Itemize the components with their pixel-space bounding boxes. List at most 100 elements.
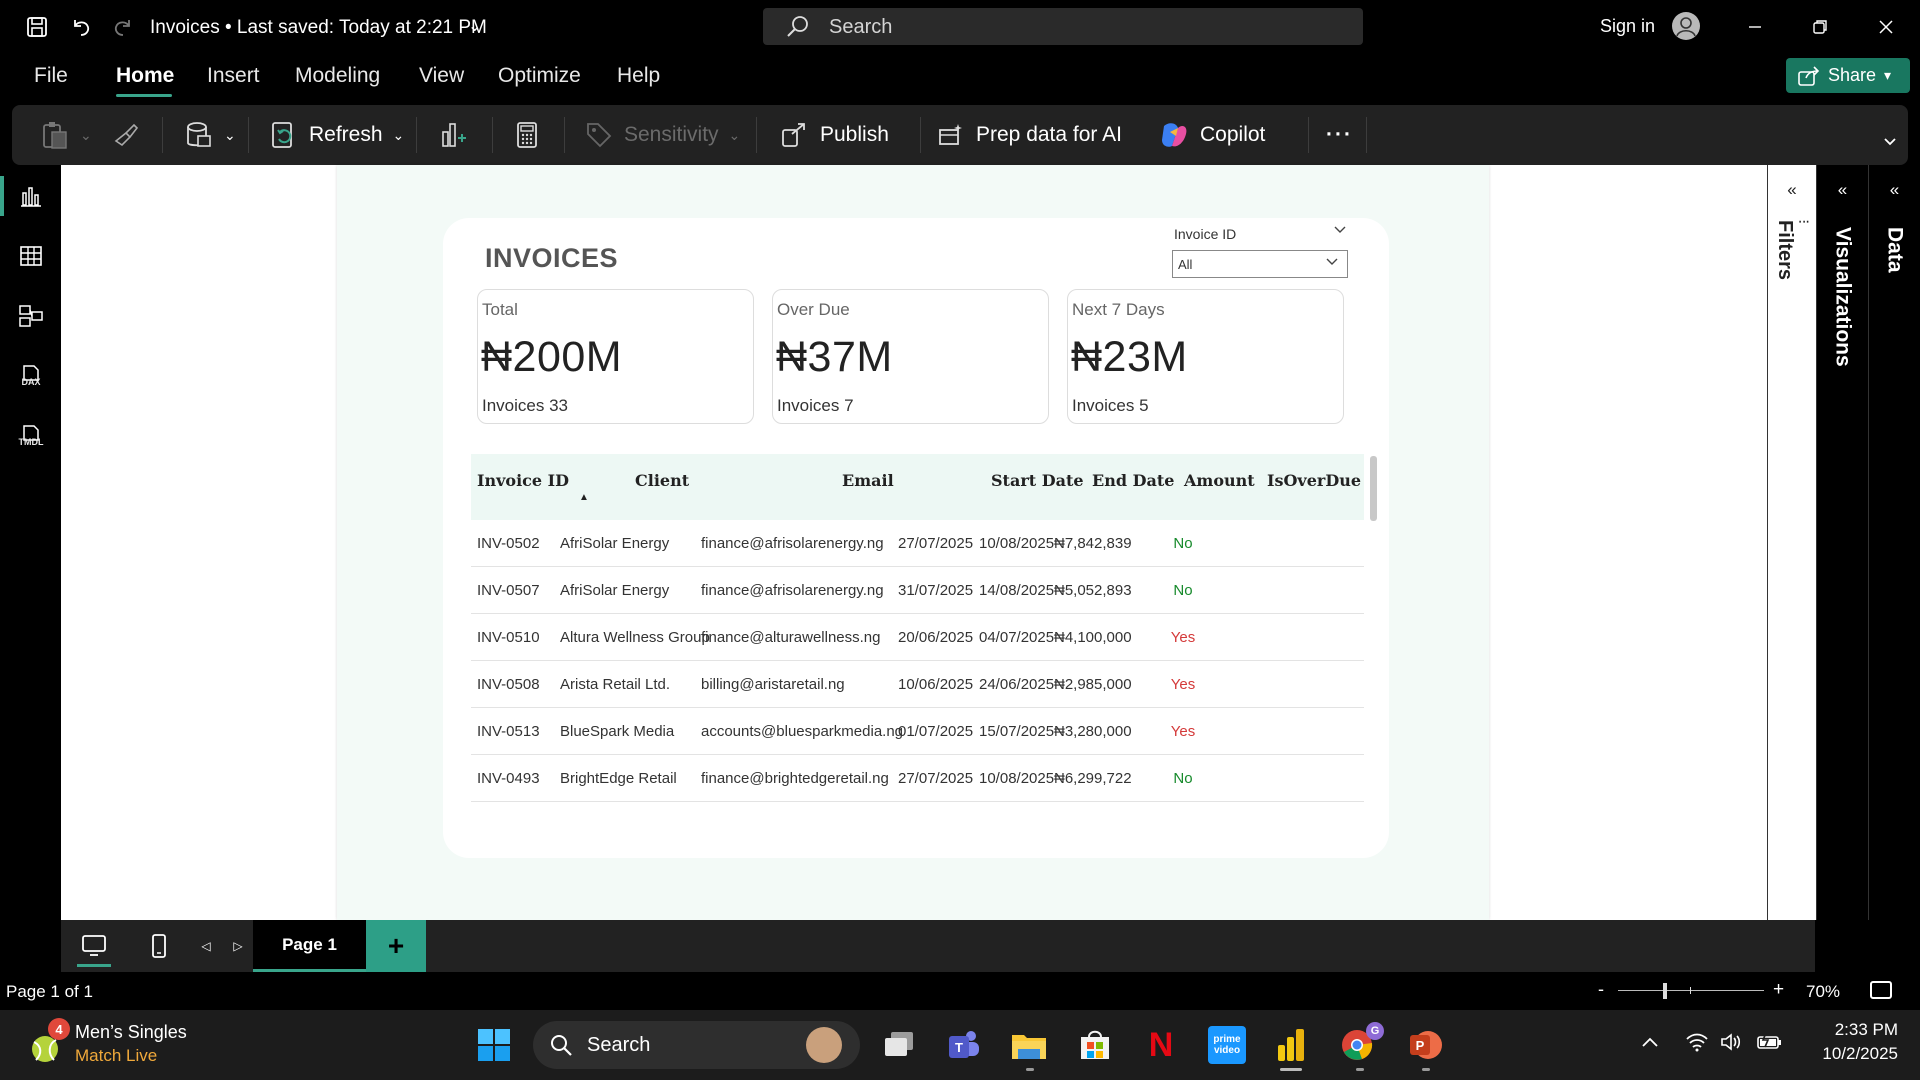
microsoft-store-icon[interactable] — [1076, 1026, 1114, 1064]
table-row[interactable]: INV-0508 Arista Retail Ltd. billing@arista… — [471, 661, 1364, 708]
page-tab-1[interactable]: Page 1 — [253, 920, 366, 972]
save-icon[interactable] — [22, 12, 52, 42]
zoom-slider-thumb[interactable] — [1663, 983, 1667, 999]
invoice-card: INVOICES Invoice ID All Total ₦200M Invo… — [443, 218, 1389, 858]
search-box[interactable]: Search — [763, 8, 1363, 45]
visualizations-pane[interactable]: « Visualizations — [1816, 165, 1868, 920]
column-header-end-date[interactable]: End Date — [1092, 471, 1174, 490]
volume-icon[interactable] — [1720, 1032, 1744, 1058]
filter-icon: ⫶ — [1796, 220, 1811, 224]
task-view-icon[interactable] — [880, 1026, 918, 1064]
sensitivity-button[interactable]: Sensitivity ⌄ — [584, 117, 740, 153]
zoom-in-button[interactable]: + — [1773, 979, 1784, 1001]
filters-pane[interactable]: « ⫶ Filters — [1767, 165, 1816, 920]
more-options-button[interactable]: ··· — [1326, 117, 1353, 153]
publish-button[interactable]: Publish — [780, 117, 889, 153]
clock-time[interactable]: 2:33 PM — [1824, 1020, 1898, 1040]
kpi-card-total[interactable]: Total ₦200M Invoices 33 — [477, 289, 754, 424]
slicer-chevron-down-icon[interactable] — [1333, 222, 1347, 238]
undo-icon[interactable] — [66, 12, 96, 42]
refresh-button[interactable]: Refresh ⌄ — [269, 117, 404, 153]
invoice-id-slicer[interactable]: All — [1172, 250, 1348, 278]
kpi-card-next-7-days[interactable]: Next 7 Days ₦23M Invoices 5 — [1067, 289, 1344, 424]
column-header-isoverdue[interactable]: IsOverDue — [1267, 471, 1361, 490]
tab-help[interactable]: Help — [617, 64, 660, 88]
tab-insert[interactable]: Insert — [207, 64, 260, 88]
dax-query-view-icon[interactable]: DAX — [14, 359, 48, 393]
cell-client: Arista Retail Ltd. — [560, 676, 671, 693]
kpi-label: Over Due — [777, 300, 850, 319]
get-data-button[interactable]: ⌄ — [184, 117, 236, 153]
zoom-out-button[interactable]: - — [1598, 979, 1604, 1000]
title-chevron-down-icon[interactable]: ⌄ — [468, 16, 481, 36]
table-row[interactable]: INV-0493 BrightEdge Retail finance@brighte… — [471, 755, 1364, 802]
tab-modeling[interactable]: Modeling — [295, 64, 380, 88]
file-explorer-icon[interactable] — [1010, 1026, 1048, 1064]
column-header-email[interactable]: Email — [842, 471, 894, 490]
clock-date[interactable]: 10/2/2025 — [1804, 1044, 1898, 1064]
windows-start-icon[interactable] — [475, 1026, 513, 1064]
calculator-button[interactable] — [512, 117, 542, 153]
collapse-ribbon-chevron-icon[interactable] — [1882, 123, 1898, 159]
tmdl-view-icon[interactable]: TMDL — [14, 419, 48, 453]
column-header-amount[interactable]: Amount — [1184, 471, 1255, 490]
tab-optimize[interactable]: Optimize — [498, 64, 581, 88]
netflix-icon[interactable]: N — [1142, 1026, 1180, 1064]
collapse-chevron-icon[interactable]: « — [1768, 180, 1816, 200]
invoice-table[interactable]: Invoice ID ▲ Client Email Start Date End… — [471, 454, 1364, 848]
copilot-button[interactable]: Copilot — [1158, 117, 1265, 153]
tab-view[interactable]: View — [419, 64, 464, 88]
tab-file[interactable]: File — [34, 64, 68, 88]
powerpoint-icon[interactable]: P — [1406, 1026, 1444, 1064]
cell-start-date: 20/06/2025 — [898, 629, 974, 646]
chevron-down-icon: ⌄ — [392, 126, 405, 143]
kpi-card-overdue[interactable]: Over Due ₦37M Invoices 7 — [772, 289, 1049, 424]
refresh-label: Refresh — [309, 123, 383, 146]
new-visual-button[interactable] — [438, 117, 468, 153]
table-row[interactable]: INV-0502 AfriSolar Energy finance@afrisola… — [471, 520, 1364, 567]
paste-button[interactable]: ⌄ — [40, 117, 92, 153]
table-row[interactable]: INV-0510 Altura Wellness Group finance@alt… — [471, 614, 1364, 661]
format-painter-button[interactable] — [112, 117, 140, 153]
add-page-button[interactable]: + — [366, 920, 426, 972]
tab-home[interactable]: Home — [116, 64, 174, 88]
collapse-chevron-icon[interactable]: « — [1817, 180, 1868, 200]
share-button[interactable]: Share ▾ — [1786, 58, 1910, 93]
wifi-icon[interactable] — [1685, 1032, 1709, 1058]
zoom-level[interactable]: 70% — [1806, 982, 1840, 1002]
table-view-icon[interactable] — [14, 239, 48, 273]
copilot-icon — [1162, 123, 1187, 147]
show-hidden-icons-chevron-icon[interactable] — [1640, 1032, 1660, 1055]
chrome-icon[interactable]: G — [1340, 1022, 1384, 1064]
power-bi-icon[interactable] — [1272, 1026, 1310, 1064]
fit-to-page-icon[interactable] — [1870, 981, 1892, 999]
teams-icon[interactable]: T — [944, 1026, 982, 1064]
sign-in-link[interactable]: Sign in — [1600, 16, 1655, 37]
table-row[interactable]: INV-0513 BlueSpark Media accounts@bluespar… — [471, 708, 1364, 755]
minimize-icon[interactable] — [1735, 10, 1775, 44]
data-pane[interactable]: « Data — [1868, 165, 1920, 920]
avatar[interactable] — [1672, 12, 1700, 40]
column-header-start-date[interactable]: Start Date — [991, 471, 1084, 490]
collapse-chevron-icon[interactable]: « — [1869, 180, 1920, 200]
battery-icon[interactable] — [1756, 1032, 1784, 1058]
table-row[interactable]: INV-0507 AfriSolar Energy finance@afrisola… — [471, 567, 1364, 614]
prime-video-icon[interactable]: prime video — [1208, 1026, 1246, 1064]
restore-icon[interactable] — [1800, 10, 1840, 44]
close-icon[interactable] — [1866, 10, 1906, 44]
next-page-icon[interactable]: ▷ — [223, 931, 253, 961]
column-header-invoice-id[interactable]: Invoice ID — [477, 471, 569, 490]
report-view-icon[interactable] — [14, 179, 48, 213]
table-scrollbar[interactable] — [1370, 456, 1377, 521]
cell-email: billing@aristaretail.ng — [701, 676, 845, 693]
prep-data-for-ai-button[interactable]: Prep data for AI — [936, 117, 1122, 153]
desktop-layout-icon[interactable] — [79, 931, 109, 961]
column-header-client[interactable]: Client — [635, 471, 689, 490]
taskbar-search[interactable]: Search — [533, 1021, 860, 1069]
previous-page-icon[interactable]: ◁ — [191, 931, 221, 961]
document-title[interactable]: Invoices • Last saved: Today at 2:21 PM — [150, 17, 487, 39]
model-view-icon[interactable] — [14, 299, 48, 333]
mobile-layout-icon[interactable] — [144, 931, 174, 961]
visualizations-label: Visualizations — [1831, 227, 1855, 367]
zoom-slider[interactable] — [1618, 990, 1764, 991]
